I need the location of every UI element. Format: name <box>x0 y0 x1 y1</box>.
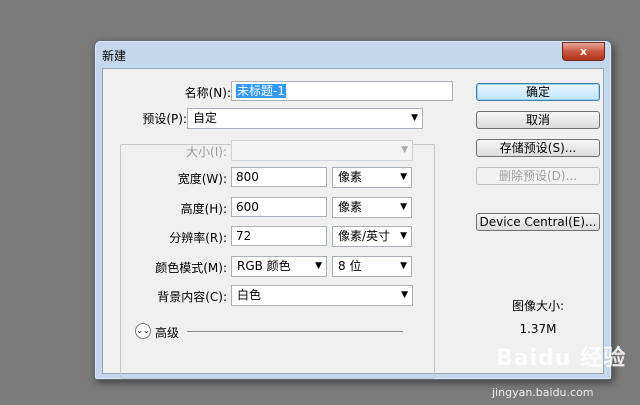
name-value: 未标题-1 <box>236 84 286 98</box>
resolution-label: 分辨率(R): <box>169 231 227 245</box>
chevron-down-icon: ▼ <box>400 202 407 212</box>
close-button[interactable]: x <box>562 42 605 61</box>
background-value: 白色 <box>237 288 262 302</box>
width-unit-select[interactable]: 像素 ▼ <box>332 167 412 188</box>
device-central-button[interactable]: Device Central(E)... <box>476 213 600 231</box>
width-unit-value: 像素 <box>338 170 363 184</box>
background-select[interactable]: 白色 ▼ <box>231 285 413 306</box>
height-unit-select[interactable]: 像素 ▼ <box>332 197 412 218</box>
bit-depth-value: 8 位 <box>338 259 362 273</box>
watermark-url: jingyan.baidu.com <box>492 386 594 399</box>
advanced-expand-icon[interactable]: ⌄⌄ <box>135 323 151 339</box>
title-bar[interactable]: 新建 x <box>95 41 611 67</box>
name-input[interactable]: 未标题-1 <box>231 81 453 101</box>
color-mode-label: 颜色模式(M): <box>155 261 227 275</box>
chevron-down-icon: ▼ <box>400 261 407 271</box>
image-size-label: 图像大小: <box>511 299 565 313</box>
chevron-down-icon: ▼ <box>401 145 408 155</box>
height-unit-value: 像素 <box>338 200 363 214</box>
bit-depth-select[interactable]: 8 位 ▼ <box>332 256 412 277</box>
color-mode-select[interactable]: RGB 颜色 ▼ <box>231 256 327 277</box>
size-label: 大小(I): <box>186 145 227 159</box>
width-label: 宽度(W): <box>177 172 227 186</box>
save-preset-button[interactable]: 存储预设(S)... <box>476 139 600 157</box>
dialog-title: 新建 <box>102 49 127 63</box>
ok-button[interactable]: 确定 <box>476 83 600 101</box>
chevron-down-icon: ▼ <box>315 261 322 271</box>
preset-label: 预设(P): <box>125 110 189 127</box>
chevron-down-icon: ▼ <box>400 172 407 182</box>
cancel-button[interactable]: 取消 <box>476 111 600 129</box>
height-input[interactable]: 600 <box>231 197 327 217</box>
height-label: 高度(H): <box>180 202 227 216</box>
name-label: 名称(N): <box>184 86 231 100</box>
image-size-value: 1.37M <box>519 322 557 336</box>
chevron-down-icon: ▼ <box>401 290 408 300</box>
dialog-body: 名称(N): 未标题-1 预设(P): 自定 ▼ 大小(I): ▼ 宽度(W):… <box>102 68 604 379</box>
background-label: 背景内容(C): <box>157 290 227 304</box>
width-input[interactable]: 800 <box>231 167 327 187</box>
preset-select[interactable]: 自定 ▼ <box>187 108 423 129</box>
new-document-dialog: 新建 x 名称(N): 未标题-1 预设(P): 自定 ▼ 大小(I): ▼ 宽… <box>94 40 612 380</box>
chevron-down-icon: ▼ <box>411 113 418 123</box>
advanced-label[interactable]: 高级 <box>155 324 179 341</box>
size-select[interactable]: ▼ <box>231 140 413 161</box>
resolution-unit-value: 像素/英寸 <box>338 229 391 243</box>
watermark-logo: Baidu 经验 <box>496 346 627 371</box>
resolution-unit-select[interactable]: 像素/英寸 ▼ <box>332 226 412 247</box>
resolution-input[interactable]: 72 <box>231 226 327 246</box>
preset-value: 自定 <box>193 111 218 125</box>
delete-preset-button[interactable]: 删除预设(D)... <box>476 167 600 185</box>
chevron-down-icon: ▼ <box>400 231 407 241</box>
advanced-divider <box>187 331 403 332</box>
color-mode-value: RGB 颜色 <box>237 259 291 273</box>
